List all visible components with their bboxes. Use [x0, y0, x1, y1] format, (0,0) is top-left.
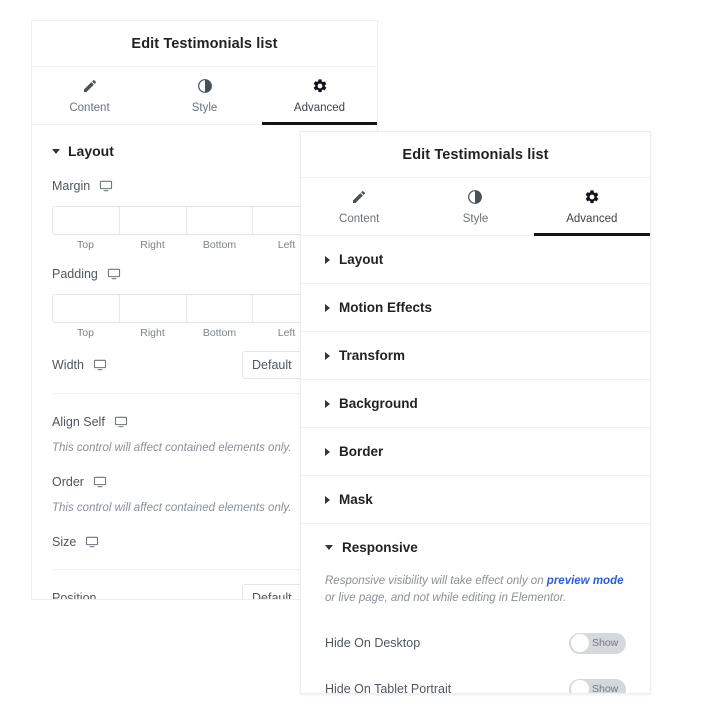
accordion-background-label: Background — [339, 396, 418, 411]
padding-label: Padding — [52, 267, 98, 281]
padding-captions: Top Right Bottom Left — [52, 327, 320, 339]
margin-caption-top: Top — [77, 239, 94, 251]
padding-bottom-input[interactable] — [187, 295, 254, 322]
pencil-icon — [301, 188, 417, 206]
accordion-transform[interactable]: Transform — [301, 332, 650, 380]
panel-title-back: Edit Testimonials list — [32, 21, 377, 67]
caret-right-icon — [325, 303, 330, 312]
tab-bar-front: Content Style Advanced — [301, 178, 650, 236]
toggle-knob — [570, 634, 589, 653]
tab-advanced[interactable]: Advanced — [533, 178, 650, 236]
accordion-mask-label: Mask — [339, 492, 373, 507]
tab-content-label: Content — [339, 213, 380, 225]
accordion-responsive[interactable]: Responsive — [301, 524, 650, 567]
contrast-icon — [417, 188, 533, 206]
align-self-label-wrap: Align Self — [52, 415, 128, 429]
preview-mode-link[interactable]: preview mode — [547, 575, 624, 587]
tab-advanced-label: Advanced — [293, 102, 346, 114]
accordion-responsive-label: Responsive — [342, 540, 418, 555]
caret-right-icon — [325, 351, 330, 360]
desktop-icon[interactable] — [107, 267, 121, 281]
padding-input-group[interactable] — [52, 294, 320, 323]
desktop-icon[interactable] — [85, 535, 99, 549]
accordion-layout-label: Layout — [339, 252, 384, 267]
caret-right-icon — [325, 399, 330, 408]
accordion-motion-effects-label: Motion Effects — [339, 300, 432, 315]
position-label: Position — [52, 591, 97, 600]
margin-caption-right: Right — [140, 239, 165, 251]
caret-down-icon — [52, 148, 60, 154]
margin-right-input[interactable] — [120, 207, 187, 234]
tab-advanced[interactable]: Advanced — [262, 67, 377, 125]
toggle-knob — [570, 680, 589, 693]
hide-on-desktop-toggle[interactable]: Show — [569, 632, 626, 654]
hide-on-tablet-portrait-toggle-label: Show — [592, 683, 619, 694]
align-self-label: Align Self — [52, 414, 105, 429]
tab-style-label: Style — [462, 213, 489, 225]
margin-label-wrap: Margin — [52, 179, 113, 193]
hide-on-desktop-toggle-label: Show — [592, 637, 619, 650]
tab-bar-back: Content Style Advanced — [32, 67, 377, 125]
panel-title-front: Edit Testimonials list — [301, 132, 650, 178]
order-label: Order — [52, 474, 84, 489]
caret-right-icon — [325, 447, 330, 456]
tab-style-label: Style — [191, 102, 218, 114]
accordion-motion-effects[interactable]: Motion Effects — [301, 284, 650, 332]
padding-label-wrap: Padding — [52, 267, 121, 281]
edit-panel-front: Edit Testimonials list Content Style Adv… — [300, 131, 651, 694]
desktop-icon[interactable] — [93, 358, 107, 372]
row-hide-on-desktop: Hide On Desktop Show — [301, 620, 650, 666]
section-layout-label: Layout — [68, 143, 114, 159]
hide-on-tablet-portrait-toggle[interactable]: Show — [569, 678, 626, 694]
padding-caption-right: Right — [140, 327, 165, 339]
row-hide-on-tablet-portrait: Hide On Tablet Portrait Show — [301, 666, 650, 694]
accordion-border[interactable]: Border — [301, 428, 650, 476]
order-label-wrap: Order — [52, 475, 107, 489]
padding-caption-top: Top — [77, 327, 94, 339]
responsive-note-before: Responsive visibility will take effect o… — [325, 575, 547, 587]
tab-content[interactable]: Content — [32, 67, 147, 125]
margin-captions: Top Right Bottom Left — [52, 239, 320, 251]
margin-top-input[interactable] — [53, 207, 120, 234]
width-label-wrap: Width — [52, 358, 107, 372]
responsive-note: Responsive visibility will take effect o… — [301, 567, 650, 620]
margin-caption-bottom: Bottom — [202, 239, 237, 251]
accordion-mask[interactable]: Mask — [301, 476, 650, 524]
padding-right-input[interactable] — [120, 295, 187, 322]
pencil-icon — [32, 77, 147, 95]
hide-on-desktop-label: Hide On Desktop — [325, 636, 421, 651]
caret-right-icon — [325, 495, 330, 504]
gear-icon — [262, 77, 377, 95]
hide-on-tablet-portrait-label: Hide On Tablet Portrait — [325, 682, 452, 694]
responsive-note-after: or live page, and not while editing in E… — [325, 591, 567, 604]
gear-icon — [534, 188, 650, 206]
accordion-transform-label: Transform — [339, 348, 406, 363]
size-label: Size — [52, 534, 77, 549]
margin-input-group[interactable] — [52, 206, 320, 235]
accordion-background[interactable]: Background — [301, 380, 650, 428]
tab-style[interactable]: Style — [147, 67, 262, 125]
caret-down-icon — [325, 545, 333, 550]
width-label: Width — [52, 358, 84, 372]
desktop-icon[interactable] — [93, 475, 107, 489]
margin-label: Margin — [52, 179, 91, 193]
padding-top-input[interactable] — [53, 295, 120, 322]
desktop-icon[interactable] — [99, 179, 113, 193]
margin-bottom-input[interactable] — [187, 207, 254, 234]
tab-style[interactable]: Style — [417, 178, 533, 236]
contrast-icon — [147, 77, 262, 95]
accordion-layout[interactable]: Layout — [301, 236, 650, 284]
size-label-wrap: Size — [52, 535, 99, 549]
tab-content-label: Content — [69, 102, 110, 114]
padding-caption-bottom: Bottom — [202, 327, 237, 339]
caret-right-icon — [325, 255, 330, 264]
desktop-icon[interactable] — [114, 415, 128, 429]
front-panel-body: Layout Motion Effects Transform Backgrou… — [301, 236, 650, 694]
tab-advanced-label: Advanced — [566, 213, 618, 225]
tab-content[interactable]: Content — [301, 178, 417, 236]
accordion-border-label: Border — [339, 444, 384, 459]
